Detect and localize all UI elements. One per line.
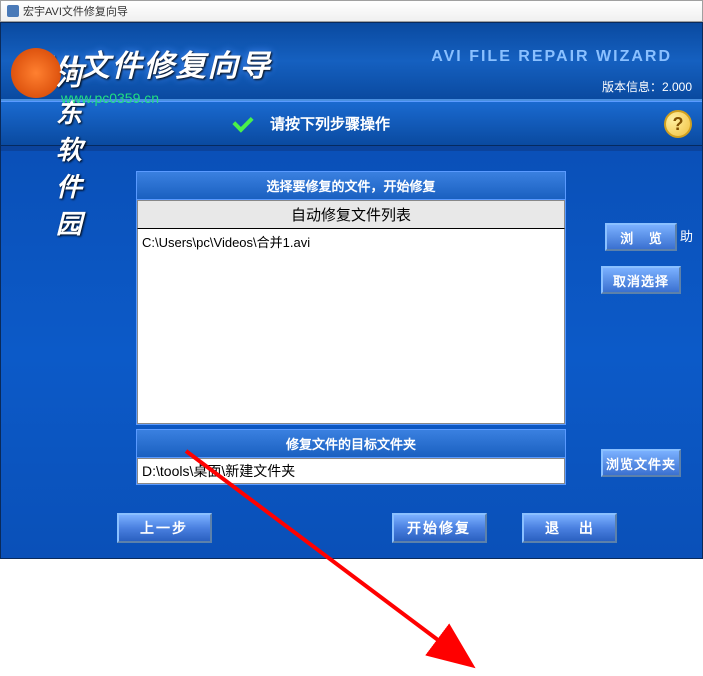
button-group-right: 开始修复 退 出	[392, 513, 617, 543]
version-info: 版本信息：2.000	[602, 78, 692, 95]
browse-button[interactable]: 浏 览	[605, 223, 677, 251]
header: AVI文件修复向导 AVI FILE REPAIR WIZARD 版本信息：2.…	[1, 23, 702, 101]
dest-panel: 修复文件的目标文件夹	[136, 429, 566, 485]
app-icon	[7, 5, 19, 17]
cancel-select-button[interactable]: 取消选择	[601, 266, 681, 294]
exit-button[interactable]: 退 出	[522, 513, 617, 543]
window-titlebar: 宏宇AVI文件修复向导	[0, 0, 703, 22]
list-item[interactable]: C:\Users\pc\Videos\合并1.avi	[142, 231, 560, 252]
prev-button[interactable]: 上一步	[117, 513, 212, 543]
browse-folder-button[interactable]: 浏览文件夹	[601, 449, 681, 477]
help-icon[interactable]: ?	[664, 110, 692, 138]
window-title: 宏宇AVI文件修复向导	[23, 3, 128, 19]
panel1-header: 选择要修复的文件，开始修复	[137, 172, 565, 200]
file-list[interactable]: C:\Users\pc\Videos\合并1.avi	[137, 229, 565, 424]
content-area: 帮 助 选择要修复的文件，开始修复 自动修复文件列表 C:\Users\pc\V…	[1, 151, 702, 558]
dest-path-input[interactable]	[137, 458, 565, 484]
file-select-panel: 选择要修复的文件，开始修复 自动修复文件列表 C:\Users\pc\Video…	[136, 171, 566, 425]
instruction-bar: 请按下列步骤操作 ?	[1, 101, 702, 146]
file-list-header: 自动修复文件列表	[137, 200, 565, 229]
app-window: 河东软件园 www.pc0359.cn AVI文件修复向导 AVI FILE R…	[0, 22, 703, 559]
sub-title: AVI FILE REPAIR WIZARD	[431, 48, 672, 66]
main-title: AVI文件修复向导	[26, 41, 272, 85]
bottom-button-bar: 上一步 开始修复 退 出	[1, 513, 702, 543]
start-repair-button[interactable]: 开始修复	[392, 513, 487, 543]
panel2-header: 修复文件的目标文件夹	[137, 430, 565, 458]
instruction-text: 请按下列步骤操作	[270, 113, 390, 134]
check-icon	[231, 115, 255, 133]
